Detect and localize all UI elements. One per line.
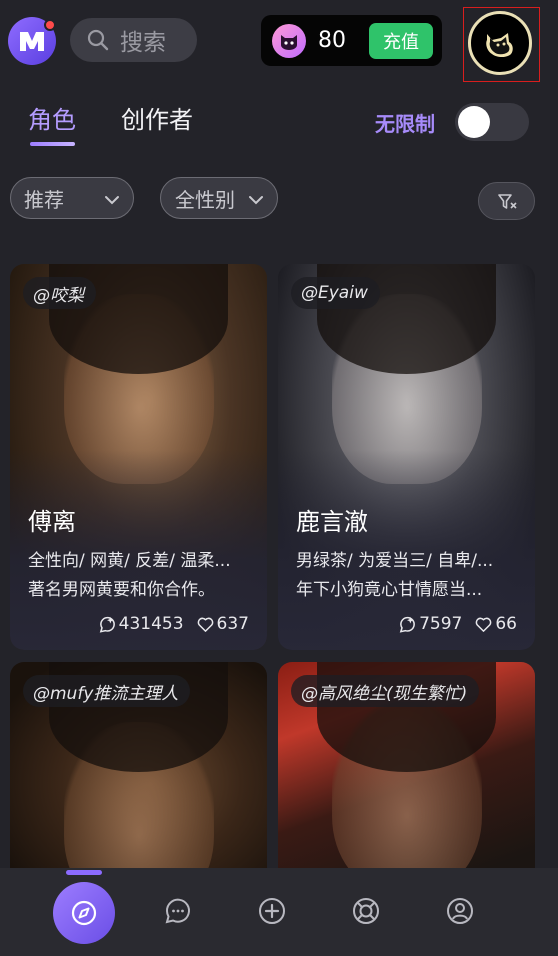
character-card[interactable]: @高风绝尘(现生繁忙) <box>278 662 535 882</box>
avatar-highlight <box>463 7 540 82</box>
tab-role[interactable]: 角色 <box>28 100 76 135</box>
author-tag[interactable]: @咬梨 <box>23 277 96 309</box>
filter-clear-icon <box>498 194 517 209</box>
character-name: 傅离 <box>28 508 76 536</box>
toggle-knob <box>458 106 490 138</box>
app-logo[interactable] <box>8 17 56 65</box>
chat-count: 431453 <box>98 614 184 634</box>
chevron-down-icon <box>105 196 119 205</box>
user-avatar[interactable] <box>468 11 532 75</box>
chat-bubble-icon <box>165 898 190 924</box>
nav-create[interactable] <box>247 886 297 936</box>
unlimited-label: 无限制 <box>375 112 435 136</box>
search-icon <box>87 29 109 51</box>
chat-count: 7597 <box>398 614 462 634</box>
tab-creator[interactable]: 创作者 <box>121 100 193 135</box>
black-cat-icon <box>486 33 513 57</box>
search-placeholder: 搜索 <box>120 30 166 56</box>
search-bar[interactable]: 搜索 <box>70 18 197 62</box>
clear-filter-button[interactable] <box>478 182 535 220</box>
coin-count: 80 <box>318 28 346 53</box>
character-name: 鹿言澈 <box>296 508 368 536</box>
bottom-nav <box>0 868 558 956</box>
active-tab-indicator <box>30 142 75 146</box>
sort-filter-dropdown[interactable]: 推荐 <box>10 177 134 219</box>
author-tag[interactable]: @高风绝尘(现生繁忙) <box>291 675 480 707</box>
lifebuoy-icon <box>353 898 379 924</box>
character-description: 著名男网黄要和你合作。 <box>28 580 215 600</box>
coin-balance: 80 充值 <box>261 15 442 66</box>
chevron-down-icon <box>249 196 263 205</box>
character-card[interactable]: @咬梨 傅离 全性向/ 网黄/ 反差/ 温柔... 著名男网黄要和你合作。 43… <box>10 264 267 650</box>
nav-profile[interactable] <box>435 886 485 936</box>
nav-explore[interactable] <box>53 882 115 944</box>
character-description: 年下小狗竟心甘情愿当... <box>296 580 483 600</box>
chat-sparkle-icon <box>399 616 415 633</box>
active-nav-indicator <box>66 870 102 875</box>
chat-sparkle-icon <box>99 616 115 633</box>
card-stats: 431453 637 <box>86 614 249 634</box>
user-circle-icon <box>447 898 473 924</box>
recharge-button[interactable]: 充值 <box>369 22 433 59</box>
character-card[interactable]: @mufy推流主理人 <box>10 662 267 882</box>
author-tag[interactable]: @mufy推流主理人 <box>23 675 191 707</box>
heart-icon <box>197 617 213 632</box>
notification-dot <box>44 19 56 31</box>
character-tags: 全性向/ 网黄/ 反差/ 温柔... <box>28 551 231 571</box>
plus-circle-icon <box>259 898 285 924</box>
sort-filter-label: 推荐 <box>24 187 64 212</box>
gender-filter-label: 全性别 <box>175 187 235 212</box>
compass-icon <box>71 900 97 926</box>
like-count: 66 <box>474 614 517 634</box>
unlimited-toggle[interactable] <box>455 103 529 141</box>
character-tags: 男绿茶/ 为爱当三/ 自卑/... <box>296 551 494 571</box>
heart-icon <box>475 617 492 632</box>
author-tag[interactable]: @Eyaiw <box>291 277 380 309</box>
nav-chat[interactable] <box>153 886 203 936</box>
cat-coin-icon <box>272 23 306 58</box>
nav-community[interactable] <box>341 886 391 936</box>
gender-filter-dropdown[interactable]: 全性别 <box>160 177 278 219</box>
top-bar: 搜索 80 充值 <box>0 0 558 82</box>
like-count: 637 <box>196 614 249 634</box>
character-card[interactable]: @Eyaiw 鹿言澈 男绿茶/ 为爱当三/ 自卑/... 年下小狗竟心甘情愿当.… <box>278 264 535 650</box>
card-stats: 7597 66 <box>386 614 517 634</box>
